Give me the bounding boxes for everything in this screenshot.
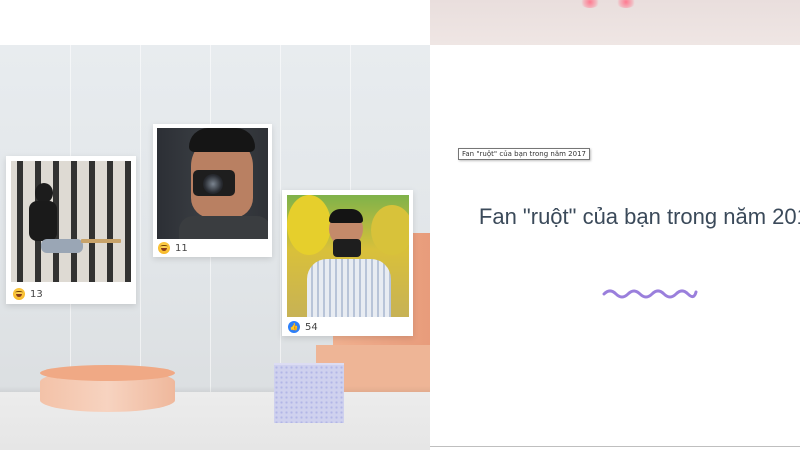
wave-divider: [602, 289, 698, 299]
photo-card[interactable]: 11: [153, 124, 272, 257]
reaction-row: 13: [13, 288, 43, 300]
person-figure: [41, 239, 83, 253]
section-headline: Fan "ruột" của bạn trong năm 2017: [478, 204, 800, 229]
card-photo: [11, 161, 131, 282]
card-photo: [157, 128, 268, 239]
reaction-row: 11: [158, 242, 188, 254]
shirt-figure: [179, 216, 268, 239]
shirt-figure: [307, 259, 391, 317]
person-figure: [35, 183, 53, 203]
glow-light: [580, 0, 600, 8]
like-icon: 👍: [288, 321, 300, 333]
top-blank-area: [0, 0, 430, 45]
flower-bush: [371, 205, 409, 255]
hair-figure: [189, 128, 255, 152]
hair-figure: [329, 209, 363, 223]
round-pedestal-top: [40, 365, 175, 381]
card-photo: [287, 195, 409, 317]
flower-bush: [287, 195, 331, 255]
wall-panel-line: [140, 45, 141, 395]
photo-card[interactable]: 13: [6, 156, 136, 304]
camera-lens-figure: [203, 174, 223, 194]
reaction-row: 👍 54: [288, 321, 318, 333]
reaction-count: 11: [175, 242, 188, 254]
table-figure: [81, 239, 121, 243]
wave-divider-path: [602, 289, 698, 299]
title-tooltip: Fan "ruột" của bạn trong năm 2017: [458, 148, 590, 160]
haha-icon: [13, 288, 25, 300]
haha-icon: [158, 242, 170, 254]
dotted-cube: [274, 365, 344, 423]
bottom-divider: [430, 446, 800, 447]
top-banner-image: [430, 0, 800, 45]
reaction-count: 54: [305, 321, 318, 333]
reaction-count: 13: [30, 288, 43, 300]
photo-card[interactable]: 👍 54: [282, 190, 413, 336]
glow-light: [616, 0, 636, 8]
wall-panel-line: [280, 45, 281, 395]
camera-figure: [333, 239, 361, 257]
person-figure: [29, 201, 57, 241]
